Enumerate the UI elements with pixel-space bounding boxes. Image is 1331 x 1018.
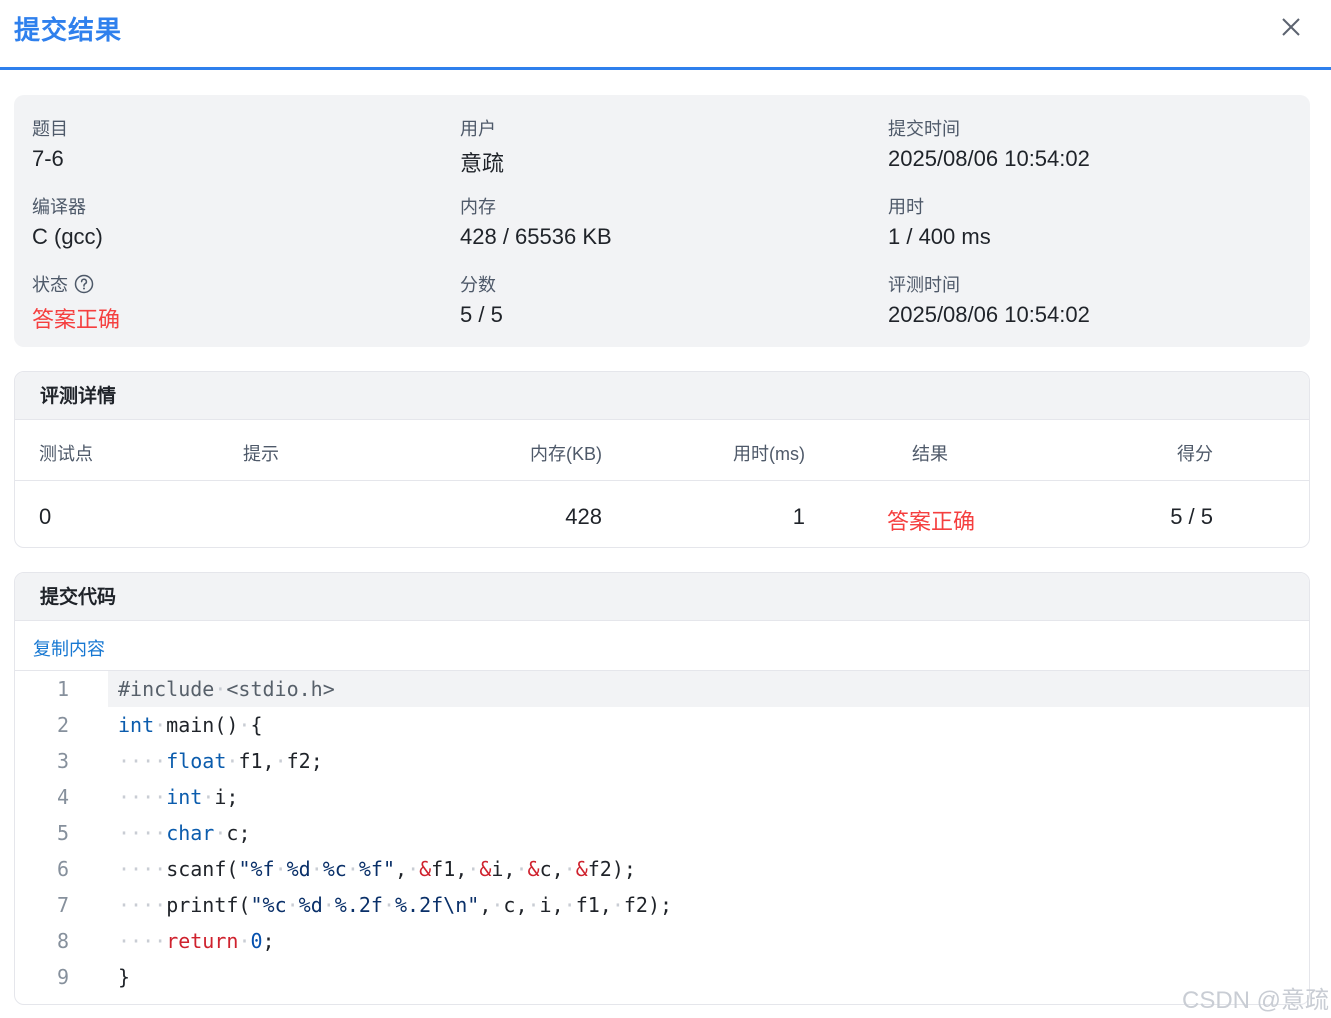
- cell-case: 0: [39, 504, 52, 529]
- column-header-hint: 提示: [243, 444, 279, 464]
- compiler-label: 编译器: [32, 197, 86, 217]
- code-line: 7 ····printf("%c·%d·%.2f·%.2f\n",·c,·i,·f…: [15, 887, 1309, 923]
- code-line: 6 ····scanf("%f·%d·%c·%f",·&f1,·&i,·&c,·&…: [15, 851, 1309, 887]
- code-line: 9}: [15, 959, 1309, 995]
- code-line: 4 ····int·i;: [15, 779, 1309, 815]
- judge-detail-card: 评测详情 测试点 提示 内存(KB) 用时(ms) 结果 得分 0 428 1 …: [14, 371, 1310, 548]
- code-line-text: }: [118, 965, 131, 989]
- line-number: 2: [56, 713, 69, 737]
- code-line-text: ····return·0;: [118, 929, 275, 953]
- dialog-header: 提交结果: [0, 0, 1331, 70]
- cell-score: 5 / 5: [1170, 504, 1213, 529]
- code-line-text: ····printf("%c·%d·%.2f·%.2f\n",·c,·i,·f1…: [118, 893, 673, 917]
- submitted-code-title: 提交代码: [15, 573, 1309, 621]
- table-divider: [15, 480, 1309, 481]
- close-icon[interactable]: [1276, 12, 1306, 42]
- code-line: 3 ····float·f1,·f2;: [15, 743, 1309, 779]
- code-line: 1 #include·<stdio.h>: [15, 671, 1309, 707]
- line-number: 5: [56, 821, 69, 845]
- code-line-text: ····float·f1,·f2;: [118, 749, 323, 773]
- line-number: 4: [56, 785, 69, 809]
- problem-value: 7-6: [32, 146, 64, 171]
- line-number: 3: [56, 749, 69, 773]
- code-editor[interactable]: 1 #include·<stdio.h> 2 int·main()·{ 3 ····flo…: [15, 671, 1309, 1004]
- code-line-text: int·main()·{: [118, 713, 263, 737]
- score-label: 分数: [460, 275, 496, 295]
- column-header-score: 得分: [1177, 444, 1213, 464]
- status-label: 状态: [32, 275, 68, 295]
- column-header-time: 用时(ms): [733, 444, 805, 464]
- time-value: 1 / 400 ms: [888, 224, 991, 249]
- code-line-text: #include·<stdio.h>: [108, 671, 1309, 707]
- dialog-title: 提交结果: [14, 15, 123, 45]
- user-label: 用户: [460, 119, 496, 139]
- column-header-case: 测试点: [39, 444, 93, 464]
- line-number: 8: [56, 929, 69, 953]
- line-number: 7: [56, 893, 69, 917]
- copy-content-button[interactable]: 复制内容: [33, 635, 105, 661]
- code-line-text: ····scanf("%f·%d·%c·%f",·&f1,·&i,·&c,·&f…: [118, 857, 636, 881]
- memory-value: 428 / 65536 KB: [460, 224, 612, 249]
- user-value: 意疏: [460, 151, 505, 176]
- problem-label: 题目: [32, 119, 68, 139]
- cell-memory: 428: [565, 504, 602, 529]
- code-line-text: ····char·c;: [118, 821, 251, 845]
- line-number: 6: [56, 857, 69, 881]
- code-line: 5 ····char·c;: [15, 815, 1309, 851]
- judge-detail-title: 评测详情: [15, 372, 1309, 420]
- status-value: 答案正确: [32, 307, 121, 332]
- submitted-code-card: 提交代码 复制内容 1 #include·<stdio.h> 2 int·main()…: [14, 572, 1310, 1005]
- judge-time-label: 评测时间: [888, 275, 960, 295]
- compiler-value: C (gcc): [32, 224, 103, 249]
- watermark: CSDN @意疏: [1182, 987, 1330, 1014]
- code-line: 8 ····return·0;: [15, 923, 1309, 959]
- judge-time-value: 2025/08/06 10:54:02: [888, 302, 1090, 327]
- code-line: 2 int·main()·{: [15, 707, 1309, 743]
- column-header-memory: 内存(KB): [530, 444, 602, 464]
- memory-label: 内存: [460, 197, 496, 217]
- copy-toolbar: [15, 621, 1309, 671]
- score-value: 5 / 5: [460, 302, 503, 327]
- time-label: 用时: [888, 197, 924, 217]
- cell-result: 答案正确: [887, 509, 976, 534]
- line-number: 9: [56, 965, 69, 989]
- column-header-result: 结果: [912, 444, 948, 464]
- line-number: 1: [56, 677, 69, 701]
- submit-time-label: 提交时间: [888, 119, 960, 139]
- submission-summary: 题目 7-6 用户 意疏 提交时间 2025/08/06 10:54:02 编译…: [14, 95, 1310, 347]
- code-line-text: ····int·i;: [118, 785, 239, 809]
- cell-time: 1: [792, 504, 805, 529]
- status-label-group: 状态: [32, 271, 94, 297]
- help-circle-icon[interactable]: [74, 274, 94, 294]
- submit-time-value: 2025/08/06 10:54:02: [888, 146, 1090, 171]
